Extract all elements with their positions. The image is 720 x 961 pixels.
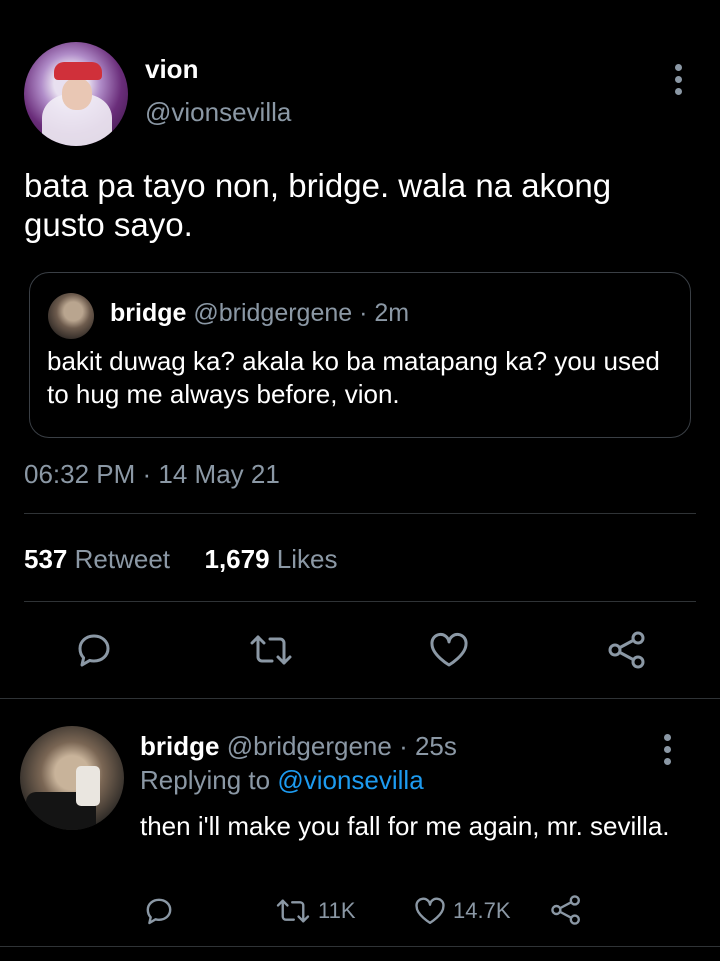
reply-retweet-count: 11K [318,898,356,923]
quoted-tweet-card[interactable]: bridge @bridgergene · 2m bakit duwag ka?… [29,272,691,438]
retweets-count[interactable]: 537 [24,544,67,574]
reply-author-avatar[interactable] [20,726,124,830]
replying-to-label: Replying to [140,765,271,795]
quoted-author-avatar [48,293,94,339]
more-options-icon[interactable] [675,64,683,100]
author-handle[interactable]: @vionsevilla [145,97,291,128]
reply-meta: bridge @bridgergene · 25s [140,731,457,762]
divider [24,601,696,602]
reply-icon [146,898,172,925]
replying-to: Replying to @vionsevilla [140,765,424,796]
author-avatar[interactable] [24,42,128,146]
share-icon [551,895,581,925]
reply-icon[interactable] [74,630,114,670]
reply-more-options-icon[interactable] [664,734,672,770]
divider [0,946,720,947]
reply-reply-button[interactable] [143,895,175,927]
reply-retweet-button[interactable]: 11K [274,896,356,926]
reply-text: then i'll make you fall for me again, mr… [140,811,670,841]
reply-author-name[interactable]: bridge [140,731,219,761]
retweet-icon[interactable] [248,631,294,669]
reply-like-button[interactable]: 14.7K [413,896,511,926]
likes-count[interactable]: 1,679 [204,544,269,574]
tweet-text: bata pa tayo non, bridge. wala na akong … [24,167,612,243]
reply-share-button[interactable] [549,894,583,926]
likes-label[interactable]: Likes [277,544,338,574]
reply-author-handle[interactable]: @bridgergene · 25s [227,731,457,761]
share-icon[interactable] [606,630,648,670]
quoted-author-handle: @bridgergene · 2m [193,299,410,327]
quoted-tweet-text: bakit duwag ka? akala ko ba matapang ka?… [47,346,660,409]
like-icon [415,897,445,925]
reply-like-count: 14.7K [453,898,511,923]
retweet-icon [276,899,310,923]
like-icon[interactable] [428,631,470,669]
divider [0,698,720,699]
divider [24,513,696,514]
quoted-tweet-meta: bridge @bridgergene · 2m [110,299,409,328]
author-name[interactable]: vion [145,54,198,85]
tweet-timestamp[interactable]: 06:32 PM · 14 May 21 [24,459,280,490]
tweet-stats: 537 Retweet 1,679 Likes [24,544,338,575]
retweets-label[interactable]: Retweet [75,544,170,574]
quoted-author-name: bridge [110,299,187,327]
replying-to-handle[interactable]: @vionsevilla [277,765,423,795]
